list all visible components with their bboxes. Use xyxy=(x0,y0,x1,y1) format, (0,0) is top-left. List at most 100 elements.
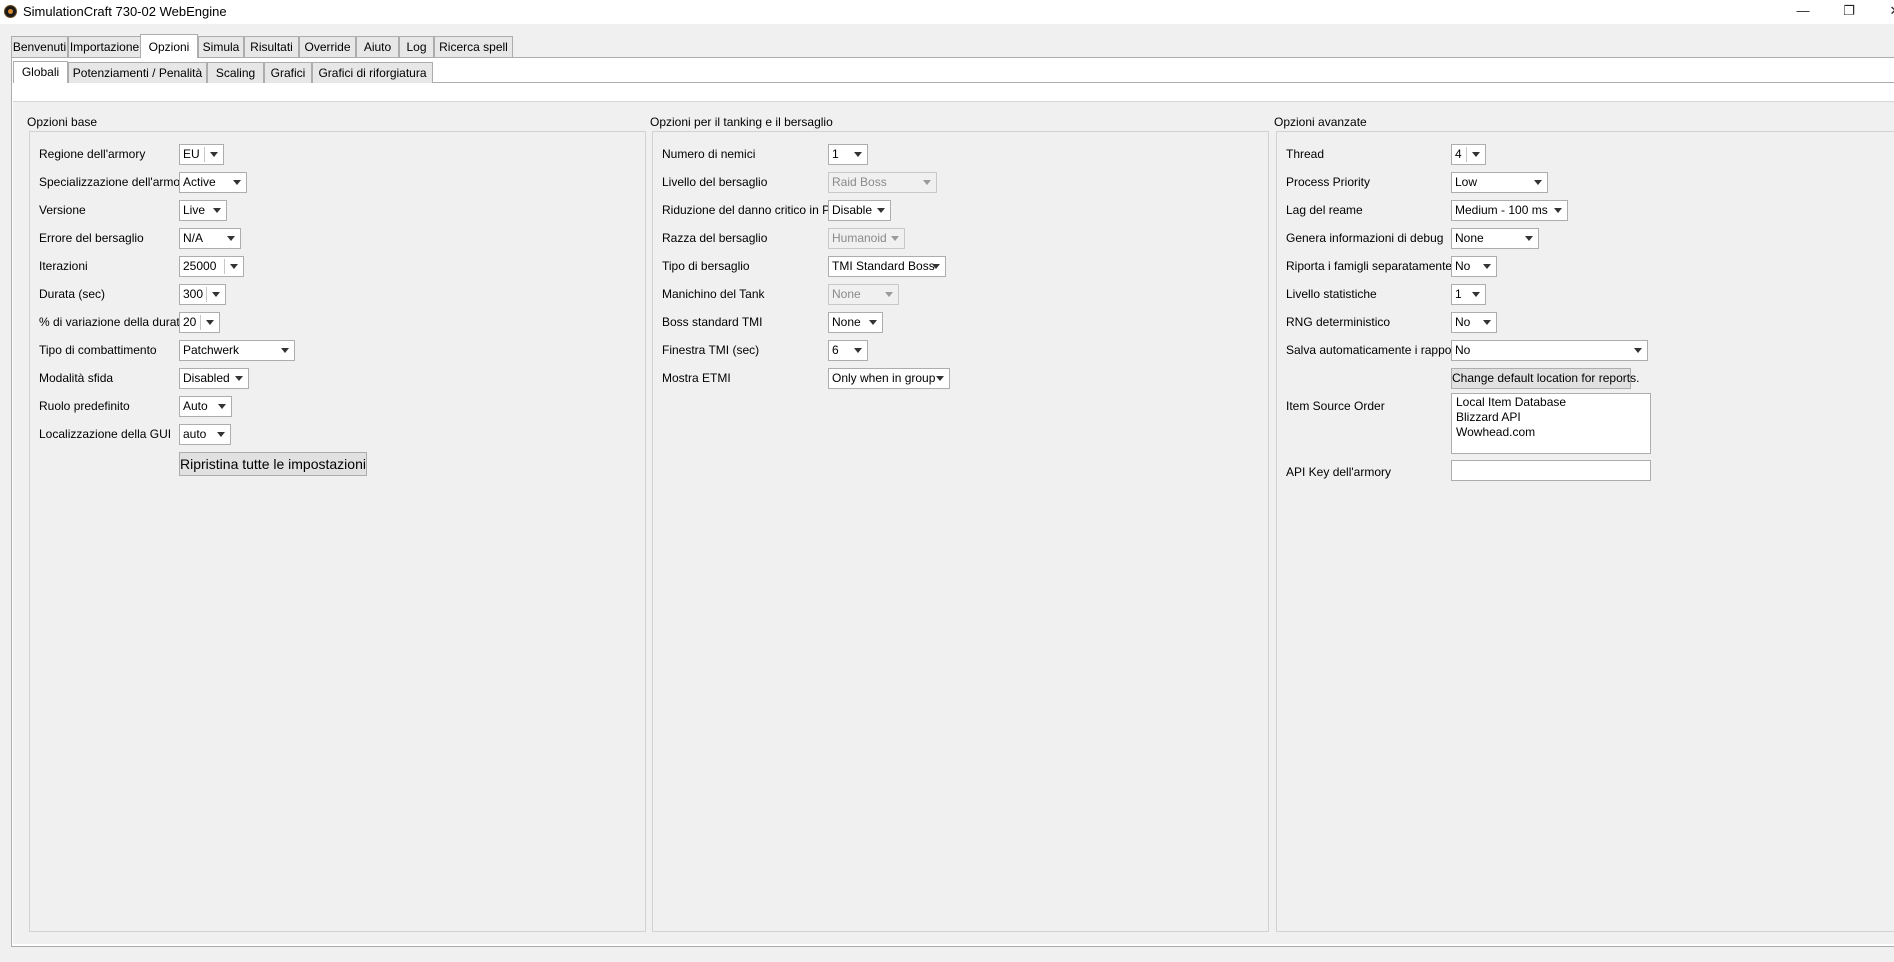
process-priority-label: Process Priority xyxy=(1286,175,1371,189)
challenge-mode-select[interactable]: Disabled xyxy=(179,368,249,389)
list-item[interactable]: Local Item Database xyxy=(1456,395,1566,409)
tmi-window-select[interactable]: 6 xyxy=(828,340,868,361)
tab-opzioni[interactable]: Opzioni xyxy=(140,34,198,58)
autosave-reports-label: Salva automaticamente i rapporti xyxy=(1286,343,1462,357)
chevron-down-icon xyxy=(891,236,899,241)
version-select[interactable]: Live xyxy=(179,200,227,221)
chevron-down-icon xyxy=(1534,180,1542,185)
target-race-select[interactable]: Humanoid xyxy=(828,228,905,249)
tab-risultati[interactable]: Risultati xyxy=(244,36,299,57)
subtab-potenziamenti[interactable]: Potenziamenti / Penalità xyxy=(68,62,207,83)
duration-variation-label: % di variazione della durata xyxy=(39,315,187,329)
target-type-select[interactable]: TMI Standard Boss xyxy=(828,256,946,277)
challenge-mode-label: Modalità sfida xyxy=(39,371,114,385)
version-value: Live xyxy=(183,203,206,217)
armory-spec-value: Active xyxy=(183,175,216,189)
duration-select[interactable]: 300 xyxy=(179,284,226,305)
chevron-down-icon xyxy=(932,264,940,269)
list-item[interactable]: Wowhead.com xyxy=(1456,425,1535,439)
armory-api-key-label: API Key dell'armory xyxy=(1286,465,1391,479)
report-pets-select[interactable]: No xyxy=(1451,256,1497,277)
iterations-select[interactable]: 25000 xyxy=(179,256,244,277)
default-role-select[interactable]: Auto xyxy=(179,396,232,417)
armory-region-label: Regione dell'armory xyxy=(39,147,146,161)
target-type-value: TMI Standard Boss xyxy=(832,259,935,273)
list-item[interactable]: Blizzard API xyxy=(1456,410,1521,424)
advanced-options-group xyxy=(1276,131,1894,932)
process-priority-select[interactable]: Low xyxy=(1451,172,1548,193)
realm-lag-select[interactable]: Medium - 100 ms xyxy=(1451,200,1568,221)
pvp-crit-reduction-label: Riduzione del danno critico in PVP xyxy=(662,203,847,217)
tmi-standard-boss-label: Boss standard TMI xyxy=(662,315,763,329)
subtab-scaling[interactable]: Scaling xyxy=(207,62,264,83)
show-etmi-select[interactable]: Only when in group xyxy=(828,368,950,389)
deterministic-rng-select[interactable]: No xyxy=(1451,312,1497,333)
tab-benvenuti[interactable]: Benvenuti xyxy=(11,36,68,57)
realm-lag-label: Lag del reame xyxy=(1286,203,1363,217)
minimize-icon[interactable]: — xyxy=(1780,0,1826,24)
target-level-label: Livello del bersaglio xyxy=(662,175,768,189)
tab-log[interactable]: Log xyxy=(399,36,434,57)
show-etmi-value: Only when in group xyxy=(832,371,936,385)
tab-importazione[interactable]: Importazione xyxy=(68,36,141,57)
report-pets-value: No xyxy=(1455,259,1471,273)
debug-info-select[interactable]: None xyxy=(1451,228,1539,249)
chevron-down-icon xyxy=(213,208,221,213)
stats-level-label: Livello statistiche xyxy=(1286,287,1377,301)
target-level-value: Raid Boss xyxy=(832,175,887,189)
realm-lag-value: Medium - 100 ms xyxy=(1455,203,1548,217)
tank-dummy-select[interactable]: None xyxy=(828,284,899,305)
tmi-standard-boss-select[interactable]: None xyxy=(828,312,883,333)
item-source-order-label: Item Source Order xyxy=(1286,399,1385,413)
deterministic-rng-label: RNG deterministico xyxy=(1286,315,1391,329)
subtab-grafici-riforgiatura[interactable]: Grafici di riforgiatura xyxy=(312,62,433,83)
thread-select[interactable]: 4 xyxy=(1451,144,1486,165)
tab-override[interactable]: Override xyxy=(299,36,356,57)
tanking-options-title: Opzioni per il tanking e il bersaglio xyxy=(650,115,833,129)
close-icon[interactable]: ✕ xyxy=(1872,0,1894,24)
target-error-select[interactable]: N/A xyxy=(179,228,241,249)
restore-icon[interactable]: ❐ xyxy=(1826,0,1872,24)
chevron-down-icon xyxy=(1483,320,1491,325)
app-logo-icon xyxy=(4,5,17,18)
autosave-reports-value: No xyxy=(1455,343,1471,357)
deterministic-rng-value: No xyxy=(1455,315,1471,329)
armory-api-key-input[interactable] xyxy=(1451,460,1651,481)
challenge-mode-value: Disabled xyxy=(183,371,230,385)
tab-simula[interactable]: Simula xyxy=(198,36,244,57)
chevron-down-icon xyxy=(210,152,218,157)
chevron-down-icon xyxy=(1525,236,1533,241)
stats-level-select[interactable]: 1 xyxy=(1451,284,1486,305)
chevron-down-icon xyxy=(218,404,226,409)
chevron-down-icon xyxy=(854,152,862,157)
process-priority-value: Low xyxy=(1455,175,1478,189)
armory-region-value: EU xyxy=(183,147,200,161)
change-report-location-button[interactable]: Change default location for reports. xyxy=(1451,368,1639,389)
subtab-grafici[interactable]: Grafici xyxy=(264,62,312,83)
chevron-down-icon xyxy=(936,376,944,381)
gui-locale-select[interactable]: auto xyxy=(179,424,231,445)
duration-variation-select[interactable]: 20 xyxy=(179,312,220,333)
tab-aiuto[interactable]: Aiuto xyxy=(356,36,399,57)
tab-ricerca-spell[interactable]: Ricerca spell xyxy=(434,36,513,57)
fight-type-select[interactable]: Patchwerk xyxy=(179,340,295,361)
pvp-crit-reduction-select[interactable]: Disable xyxy=(828,200,891,221)
chevron-down-icon xyxy=(230,264,238,269)
autosave-reports-select[interactable]: No xyxy=(1451,340,1648,361)
chevron-down-icon xyxy=(1634,348,1642,353)
enemy-count-select[interactable]: 1 xyxy=(828,144,868,165)
chevron-down-icon xyxy=(1483,264,1491,269)
basic-options-group xyxy=(29,131,646,932)
chevron-down-icon xyxy=(212,292,220,297)
target-race-label: Razza del bersaglio xyxy=(662,231,768,245)
basic-options-title: Opzioni base xyxy=(27,115,98,129)
target-level-select[interactable]: Raid Boss xyxy=(828,172,937,193)
enemy-count-value: 1 xyxy=(832,147,839,161)
armory-spec-label: Specializzazione dell'armory xyxy=(39,175,191,189)
subtab-globali[interactable]: Globali xyxy=(13,61,68,83)
item-source-order-list[interactable]: Local Item Database Blizzard API Wowhead… xyxy=(1451,393,1651,454)
gui-locale-label: Localizzazione della GUI xyxy=(39,427,172,441)
reset-all-settings-button[interactable]: Ripristina tutte le impostazioni xyxy=(179,452,367,476)
armory-spec-select[interactable]: Active xyxy=(179,172,247,193)
armory-region-select[interactable]: EU xyxy=(179,144,224,165)
